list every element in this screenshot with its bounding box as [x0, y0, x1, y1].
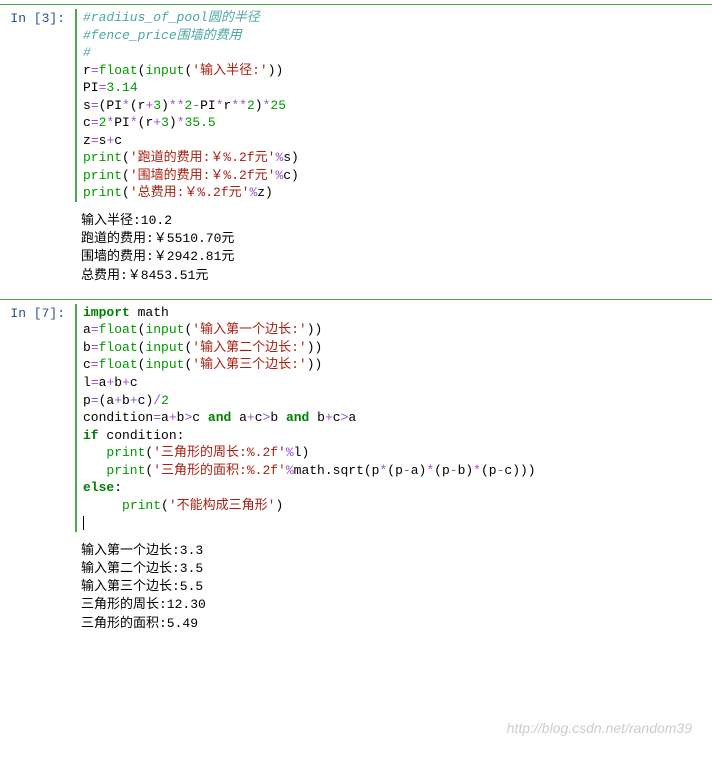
- comment-line: #radiius_of_pool圆的半径: [83, 10, 260, 25]
- cell-body-1: #radiius_of_pool圆的半径 #fence_price围墙的费用 #…: [75, 9, 712, 295]
- code-area-1[interactable]: #radiius_of_pool圆的半径 #fence_price围墙的费用 #…: [75, 9, 702, 202]
- watermark: http://blog.csdn.net/random39: [507, 720, 692, 736]
- cell-body-2: import math a=float(input('输入第一个边长:')) b…: [75, 304, 712, 643]
- cell-1: In [3]: #radiius_of_pool圆的半径 #fence_pric…: [0, 4, 712, 295]
- prompt-1: In [3]:: [0, 9, 75, 295]
- comment-line: #: [83, 45, 91, 60]
- code-2: import math a=float(input('输入第一个边长:')) b…: [83, 304, 702, 532]
- text-cursor: [83, 516, 84, 530]
- comment-line: #fence_price围墙的费用: [83, 28, 242, 43]
- prompt-2: In [7]:: [0, 304, 75, 643]
- output-1: 输入半径:10.2 跑道的费用:￥5510.70元 围墙的费用:￥2942.81…: [75, 212, 702, 285]
- code-area-2[interactable]: import math a=float(input('输入第一个边长:')) b…: [75, 304, 702, 532]
- output-2: 输入第一个边长:3.3 输入第二个边长:3.5 输入第三个边长:5.5 三角形的…: [75, 542, 702, 633]
- cell-2: In [7]: import math a=float(input('输入第一个…: [0, 299, 712, 643]
- code-1: #radiius_of_pool圆的半径 #fence_price围墙的费用 #…: [83, 9, 702, 202]
